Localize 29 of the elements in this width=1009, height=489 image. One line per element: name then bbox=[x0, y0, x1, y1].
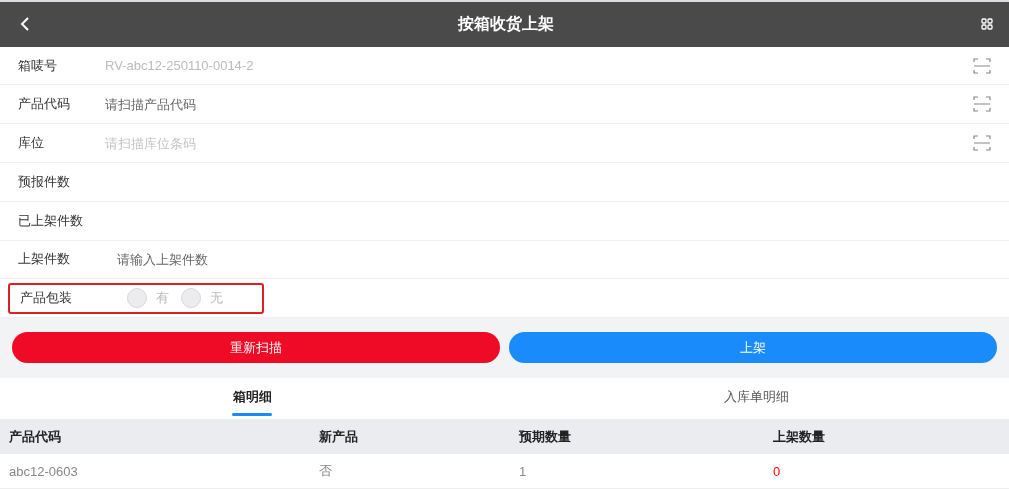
field-label: 已上架件数 bbox=[18, 211, 84, 230]
radio-label: 有 bbox=[156, 289, 169, 308]
rescan-button[interactable]: 重新扫描 bbox=[12, 332, 500, 364]
input-field[interactable]: 请扫描库位条码 bbox=[105, 135, 973, 151]
column-header: 产品代码 bbox=[8, 427, 62, 446]
column-header: 预期数量 bbox=[518, 427, 572, 446]
table-cell-text: 0 bbox=[772, 463, 782, 479]
field-label: 箱唛号 bbox=[18, 56, 58, 75]
scan-icon[interactable] bbox=[973, 57, 991, 74]
table-cell-text: abc12-0603 bbox=[8, 463, 79, 479]
table-cell-text: 1 bbox=[518, 463, 528, 479]
table-cell-text: 否 bbox=[318, 462, 333, 481]
grid-menu-button[interactable] bbox=[979, 16, 995, 33]
back-icon bbox=[20, 16, 30, 33]
input-field[interactable]: 请输入上架件数 bbox=[117, 251, 991, 267]
column-header: 新产品 bbox=[318, 427, 359, 446]
field-label: 产品代码 bbox=[18, 95, 71, 114]
grid-icon bbox=[981, 18, 993, 31]
field-label: 上架件数 bbox=[18, 250, 71, 269]
field-label: 库位 bbox=[18, 134, 45, 153]
page-title: 按箱收货上架 bbox=[457, 13, 554, 35]
scan-icon[interactable] bbox=[973, 96, 991, 113]
scan-icon[interactable] bbox=[973, 135, 991, 152]
field-label: 预报件数 bbox=[18, 172, 71, 191]
radio-label: 无 bbox=[210, 289, 223, 308]
column-header: 上架数量 bbox=[772, 427, 826, 446]
field-label: 产品包装 bbox=[20, 289, 73, 308]
input-field[interactable]: 请扫描产品代码 bbox=[105, 96, 973, 112]
shelve-button[interactable]: 上架 bbox=[509, 332, 997, 364]
